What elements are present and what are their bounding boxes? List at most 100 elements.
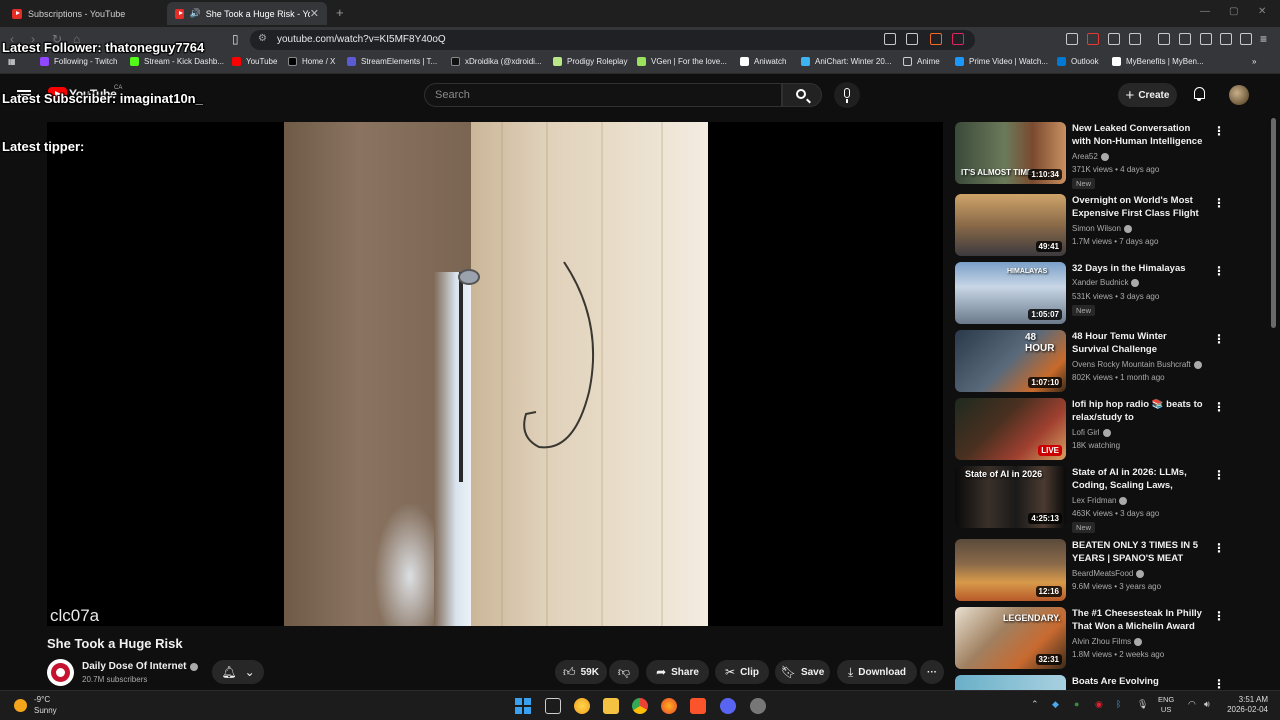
tray-app-icon[interactable]: ◉ [1095, 699, 1103, 710]
notifications-bell-icon[interactable] [1193, 87, 1206, 101]
volume-icon[interactable]: 🔊︎ [1204, 699, 1210, 710]
bluetooth-icon[interactable]: ᛒ [1116, 699, 1121, 709]
recommendation-title[interactable]: 32 Days in the Himalayas [1072, 262, 1204, 275]
bookmark-item[interactable]: Aniwatch [740, 57, 786, 66]
wifi-icon[interactable]: ◠ [1188, 699, 1196, 710]
share-button[interactable]: ➦ Share [646, 660, 709, 684]
bookmark-item[interactable]: Home / X [288, 57, 335, 66]
extension-icon[interactable] [1129, 33, 1141, 45]
recommendation-channel[interactable]: Alvin Zhou Films [1072, 637, 1143, 646]
speaker-icon[interactable]: 🔊 [190, 8, 201, 19]
apps-icon[interactable]: ▦ [8, 57, 16, 66]
share-page-icon[interactable] [906, 33, 918, 45]
bookmark-item[interactable]: xDroidika (@xdroidi... [451, 57, 542, 66]
tab-subscriptions[interactable]: Subscriptions - YouTube [4, 2, 164, 25]
extension-icon[interactable] [1087, 33, 1099, 45]
more-vertical-icon[interactable]: ⋮ [1213, 541, 1225, 555]
bookmark-item[interactable]: Stream - Kick Dashb... [130, 57, 224, 66]
brave-shield-icon[interactable] [930, 33, 942, 45]
like-button[interactable]: 👍︎ 59K [555, 660, 607, 684]
discord-icon[interactable] [720, 698, 736, 714]
save-button[interactable]: 🔖︎ Save [775, 660, 830, 684]
voice-search-button[interactable] [834, 82, 860, 108]
vpn-icon[interactable] [1240, 33, 1252, 45]
app-icon[interactable] [750, 698, 766, 714]
recommendation-title[interactable]: lofi hip hop radio 📚 beats to relax/stud… [1072, 398, 1204, 424]
recommendation-channel[interactable]: BeardMeatsFood [1072, 569, 1145, 578]
brave-icon[interactable] [690, 698, 706, 714]
url-field[interactable]: ⚙ youtube.com/watch?v=KI5MF8Y40oQ [250, 30, 975, 50]
weather-condition[interactable]: Sunny [34, 706, 57, 715]
download-button[interactable]: ⤓ Download [837, 660, 917, 684]
rewards-icon[interactable] [952, 33, 964, 45]
clip-button[interactable]: ✂ Clip [715, 660, 769, 684]
task-view-icon[interactable] [545, 698, 561, 714]
recommendation-item[interactable]: LIVE lofi hip hop radio 📚 beats to relax… [955, 398, 1225, 460]
widgets-icon[interactable] [574, 698, 590, 714]
recommendation-title[interactable]: BEATEN ONLY 3 TIMES IN 5 YEARS | SPANO'S… [1072, 539, 1204, 566]
more-bookmarks-icon[interactable]: » [1252, 57, 1256, 66]
recommendation-title[interactable]: New Leaked Conversation with Non-Human I… [1072, 122, 1204, 149]
recommendation-item[interactable]: LEGENDARY. 32:31 The #1 Cheesesteak In P… [955, 607, 1225, 669]
bookmark-item[interactable]: Outlook [1057, 57, 1099, 66]
site-info-icon[interactable]: ⚙ [258, 33, 267, 44]
recommendation-item[interactable]: 12:16 BEATEN ONLY 3 TIMES IN 5 YEARS | S… [955, 539, 1225, 601]
close-window-icon[interactable]: ✕ [1258, 6, 1266, 17]
recommendation-channel[interactable]: Simon Wilson [1072, 224, 1132, 233]
new-tab-icon[interactable]: + [336, 5, 344, 20]
recommendation-item[interactable]: IT'S ALMOST TIME 1:10:34 New Leaked Conv… [955, 122, 1225, 189]
recommendation-item[interactable]: State of AI in 2026 4:25:13 State of AI … [955, 466, 1225, 533]
language-indicator[interactable]: ENG US [1158, 695, 1174, 715]
video-thumbnail[interactable]: 12:16 [955, 539, 1066, 601]
search-button[interactable] [782, 83, 822, 107]
more-actions-button[interactable]: ··· [920, 660, 944, 684]
video-thumbnail[interactable]: LIVE [955, 398, 1066, 460]
video-thumbnail[interactable]: 48 HOUR 1:07:10 [955, 330, 1066, 392]
subscription-notification-button[interactable]: 🔔︎ ⌄ [212, 660, 264, 684]
extension-icon[interactable] [1066, 33, 1078, 45]
tray-app-icon[interactable]: ◆ [1052, 699, 1059, 710]
more-vertical-icon[interactable]: ⋮ [1213, 332, 1225, 346]
video-thumbnail[interactable] [955, 675, 1066, 690]
recommendation-item[interactable]: 48 HOUR 1:07:10 48 Hour Temu Winter Surv… [955, 330, 1225, 392]
recommendation-channel[interactable]: Ovens Rocky Mountain Bushcraft [1072, 360, 1202, 369]
bookmark-item[interactable]: YouTube [232, 57, 277, 66]
more-vertical-icon[interactable]: ⋮ [1213, 609, 1225, 623]
maximize-icon[interactable]: ▢ [1229, 6, 1238, 17]
video-thumbnail[interactable]: IT'S ALMOST TIME 1:10:34 [955, 122, 1066, 184]
close-tab-icon[interactable]: ✕ [310, 7, 319, 20]
weather-temperature[interactable]: -9°C [34, 695, 50, 704]
windows-start-icon[interactable] [515, 698, 531, 714]
search-input[interactable] [425, 84, 781, 106]
file-explorer-icon[interactable] [603, 698, 619, 714]
more-vertical-icon[interactable]: ⋮ [1213, 196, 1225, 210]
sun-icon[interactable] [14, 699, 27, 712]
menu-icon[interactable]: ≡ [1260, 32, 1267, 46]
more-vertical-icon[interactable]: ⋮ [1213, 468, 1225, 482]
create-button[interactable]: + Create [1118, 83, 1177, 107]
recommendation-item[interactable]: 49:41 Overnight on World's Most Expensiv… [955, 194, 1225, 256]
bookmark-icon[interactable]: ▯ [232, 32, 239, 46]
microphone-tray-icon[interactable]: 🎙︎ [1137, 699, 1148, 710]
video-player[interactable]: clc07a [47, 122, 943, 626]
wallet-icon[interactable] [1200, 33, 1212, 45]
chrome-icon[interactable] [632, 698, 648, 714]
page-scrollbar[interactable] [1271, 118, 1276, 328]
system-clock[interactable]: 3:51 AM 2026-02-04 [1224, 695, 1268, 715]
bookmark-item[interactable]: Following - Twitch [40, 57, 117, 66]
bookmark-item[interactable]: VGen | For the love... [637, 57, 727, 66]
extension-icon[interactable] [1108, 33, 1120, 45]
chevron-up-icon[interactable]: ⌃ [1031, 699, 1039, 710]
minimize-icon[interactable]: — [1200, 6, 1210, 17]
tab-current-video[interactable]: 🔊 She Took a Huge Risk - YouTu ✕ [167, 2, 327, 25]
bookmark-item[interactable]: MyBenefits | MyBen... [1112, 57, 1204, 66]
sidebar-icon[interactable] [1179, 33, 1191, 45]
bookmark-item[interactable]: Anime [903, 57, 940, 66]
more-vertical-icon[interactable]: ⋮ [1213, 677, 1225, 690]
bookmark-item[interactable]: Prodigy Roleplay [553, 57, 627, 66]
recommendation-title[interactable]: Boats Are Evolving [1072, 675, 1204, 688]
tray-app-icon[interactable]: ● [1074, 699, 1079, 709]
video-thumbnail[interactable]: State of AI in 2026 4:25:13 [955, 466, 1066, 528]
video-thumbnail[interactable]: 49:41 [955, 194, 1066, 256]
firefox-icon[interactable] [661, 698, 677, 714]
